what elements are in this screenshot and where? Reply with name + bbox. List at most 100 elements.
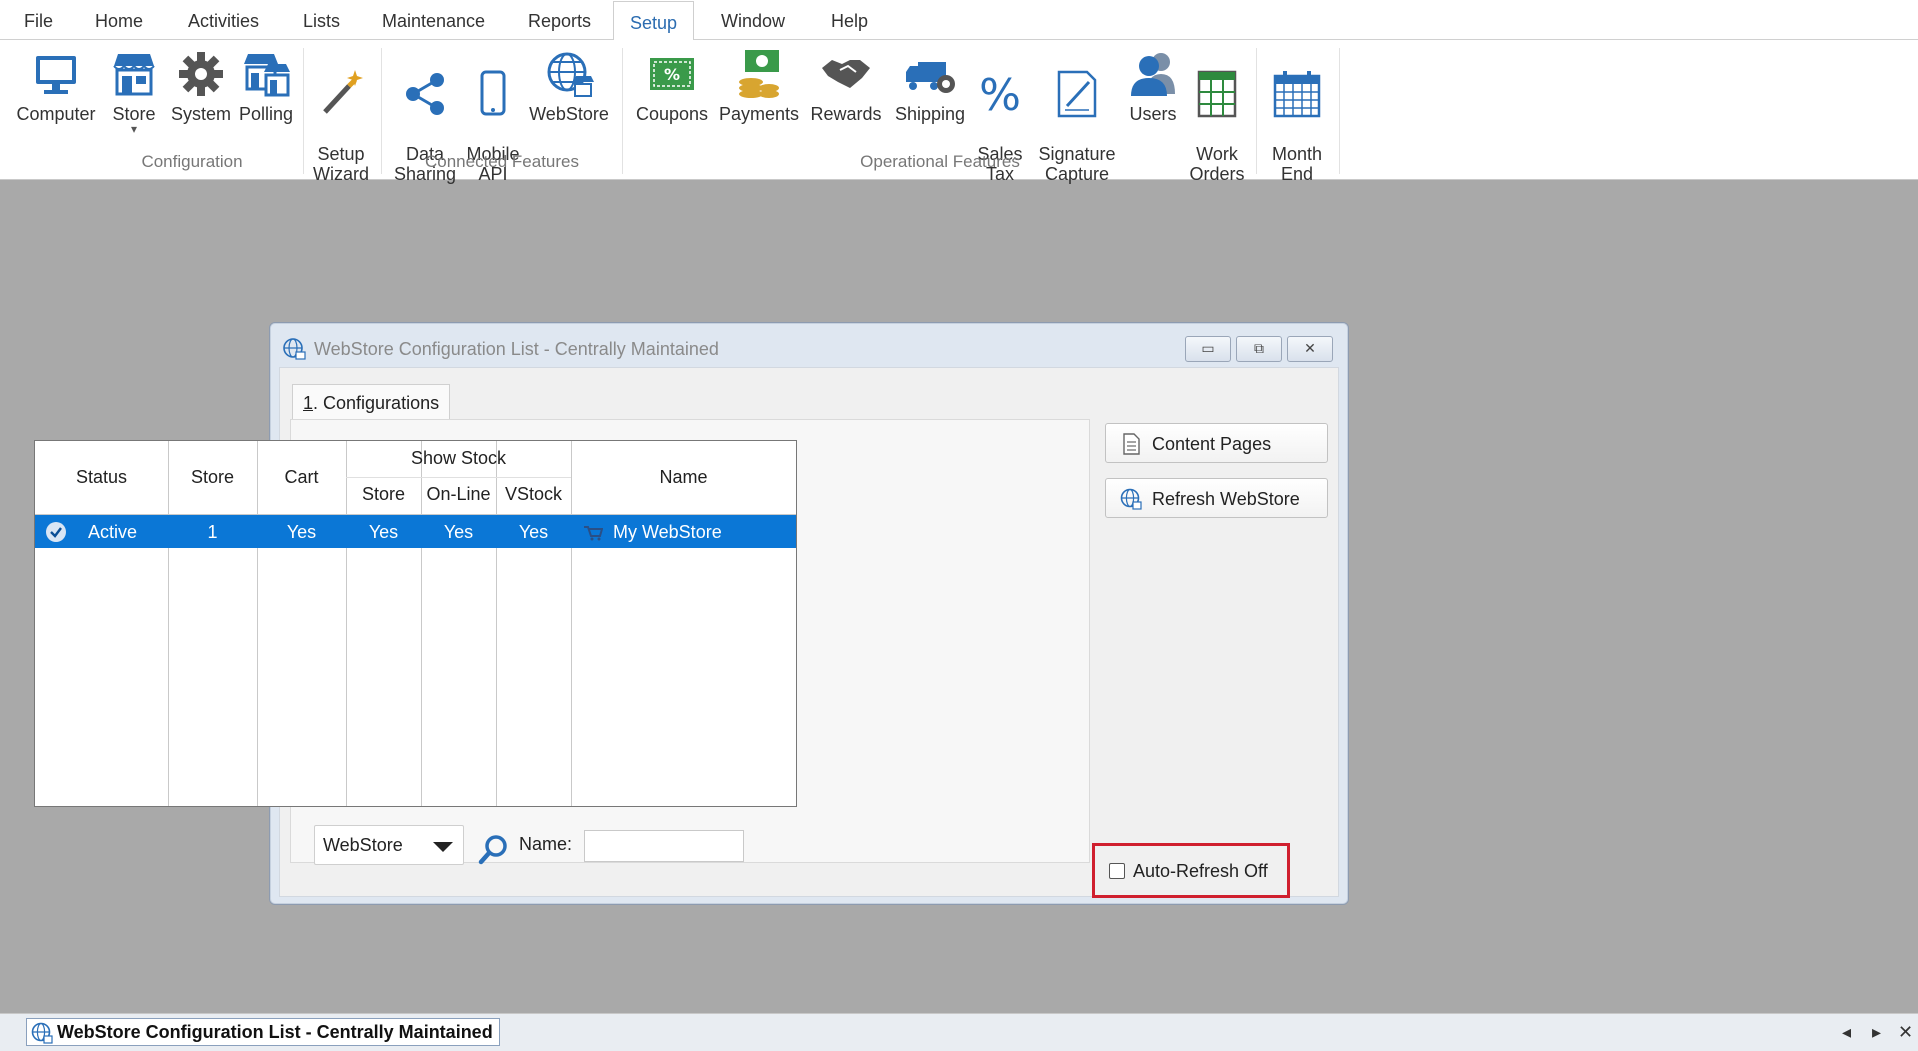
work-orders-icon [1197,70,1237,118]
restore-button[interactable]: ⧉ [1236,336,1282,362]
menu-bar: File Home Activities Lists Maintenance R… [0,0,1918,41]
document-icon [1123,433,1140,455]
share-icon [406,73,444,115]
taskbar-item-label: WebStore Configuration List - Centrally … [57,1022,493,1042]
menu-file[interactable]: File [22,0,55,40]
globe-store-icon [283,338,306,360]
mobile-phone-icon [480,70,506,116]
ribbon-rewards-button[interactable]: Rewards [806,48,886,124]
ribbon-coupons-button[interactable]: % Coupons [632,48,712,124]
header-name[interactable]: Name [571,467,796,488]
header-status[interactable]: Status [35,467,168,488]
cell-cart: Yes [286,522,317,542]
users-icon [1131,53,1175,96]
menu-reports[interactable]: Reports [526,0,593,40]
ribbon-computer-button[interactable]: Computer [12,48,100,124]
taskbar-prev-icon[interactable]: ◂ [1842,1022,1851,1043]
menu-help[interactable]: Help [829,0,870,40]
search-icon[interactable] [477,832,511,866]
globe-store-icon [31,1022,53,1044]
chevron-down-icon: ▾ [130,122,138,136]
close-button[interactable]: ✕ [1287,336,1333,362]
polling-store-icon [244,54,290,97]
refresh-webstore-button[interactable]: Refresh WebStore [1105,478,1328,518]
ribbon-payments-button[interactable]: Payments [716,48,802,124]
cell-show-stock-store: Yes [368,522,399,542]
menu-activities[interactable]: Activities [186,0,261,40]
window-titlebar[interactable]: WebStore Configuration List - Centrally … [270,323,1348,369]
window-title: WebStore Configuration List - Centrally … [314,339,719,359]
name-filter-input[interactable] [584,830,744,862]
grid-column-divider [257,441,258,806]
taskbar-next-icon[interactable]: ▸ [1872,1022,1881,1043]
ribbon-month-end-label: Month End [1271,144,1323,184]
handshake-icon [822,60,870,88]
auto-refresh-checkbox[interactable] [1109,863,1125,879]
filter-type-dropdown[interactable]: WebStore [314,825,464,865]
header-show-stock: Show Stock [410,448,507,468]
tab-mnemonic: 1 [303,393,314,413]
globe-store-icon [1120,488,1142,510]
taskbar-close-icon[interactable]: ✕ [1898,1022,1913,1043]
tab-label: . Configurations [313,393,440,413]
cell-name: My WebStore [613,522,722,542]
taskbar-window-item[interactable]: WebStore Configuration List - Centrally … [26,1018,500,1046]
auto-refresh-highlight: Auto-Refresh Off [1092,843,1290,898]
auto-refresh-label[interactable]: Auto-Refresh Off [1133,861,1268,882]
ribbon-store-label: Store [112,104,156,124]
menu-home[interactable]: Home [93,0,145,40]
ribbon-month-end-button[interactable]: Month End [1264,48,1330,184]
menu-window[interactable]: Window [719,0,787,40]
percent-icon: % [979,70,1021,120]
configurations-grid[interactable]: Status Store Cart Show Stock Store On-Li… [34,440,797,807]
ribbon-users-button[interactable]: Users [1124,48,1182,124]
cell-store: 1 [207,522,218,542]
ribbon-system-button[interactable]: System [168,48,234,124]
ribbon-shipping-button[interactable]: Shipping [892,48,968,124]
ribbon-users-label: Users [1129,104,1177,124]
header-show-stock-online[interactable]: On-Line [421,484,496,505]
header-show-stock-vstock[interactable]: VStock [496,484,571,505]
ribbon-webstore-button[interactable]: WebStore [526,48,612,124]
gear-icon [179,52,223,96]
tab-configurations[interactable]: 1. Configurations [292,384,451,420]
menu-setup[interactable]: Setup [613,1,695,41]
ribbon-separator [381,48,382,174]
close-icon: ✕ [1304,340,1316,356]
group-label-configuration: Configuration [141,152,243,171]
refresh-webstore-label: Refresh WebStore [1152,489,1300,509]
money-icon [739,50,779,98]
store-icon [113,54,155,96]
ribbon-store-button[interactable]: Store ▾ [108,48,160,136]
header-cart[interactable]: Cart [257,467,346,488]
cell-status: Active [87,522,138,542]
ribbon-webstore-label: WebStore [529,104,609,124]
ribbon-rewards-label: Rewards [810,104,882,124]
ribbon-payments-label: Payments [718,104,800,124]
content-pages-button[interactable]: Content Pages [1105,423,1328,463]
ribbon-polling-button[interactable]: Polling [236,48,296,124]
restore-icon: ⧉ [1254,340,1264,356]
minimize-button[interactable]: ▭ [1185,336,1231,362]
ribbon-separator [622,48,623,174]
menu-maintenance[interactable]: Maintenance [380,0,487,40]
ribbon-separator [1256,48,1257,174]
header-show-stock-store[interactable]: Store [346,484,421,505]
group-label-connected-features: Connected Features [424,152,580,171]
filter-type-value: WebStore [323,835,403,855]
cart-icon [584,526,603,541]
group-label-operational-features: Operational Features [860,152,1020,171]
ribbon-computer-label: Computer [16,104,96,124]
grid-column-divider [571,441,572,806]
menu-lists[interactable]: Lists [301,0,342,40]
grid-column-divider [168,441,169,806]
ribbon-coupons-label: Coupons [635,104,709,124]
ribbon-separator [1339,48,1340,174]
cell-show-stock-vstock: Yes [518,522,549,542]
header-store[interactable]: Store [168,467,257,488]
ribbon-shipping-label: Shipping [894,104,966,124]
truck-icon [906,62,955,93]
ribbon-polling-label: Polling [238,104,294,124]
cell-show-stock-online: Yes [443,522,474,542]
name-filter-label: Name: [519,834,573,854]
